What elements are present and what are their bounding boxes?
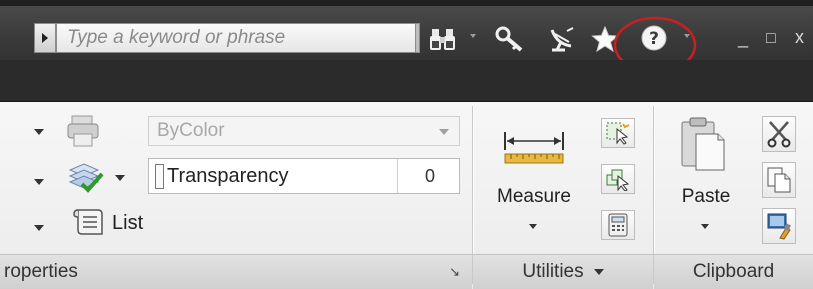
communication-center-button[interactable] bbox=[548, 26, 578, 52]
title-bar: Type a keyword or phrase ? _ □ x bbox=[0, 0, 813, 74]
transparency-slider-handle[interactable] bbox=[155, 164, 164, 189]
search-input-edge bbox=[416, 23, 420, 53]
transparency-divider bbox=[397, 159, 398, 193]
select-similar-icon bbox=[606, 169, 630, 191]
calculator-button[interactable] bbox=[601, 210, 635, 240]
properties-panel: ByColor Transparency 0 List bbox=[0, 102, 472, 254]
color-dropdown-arrow[interactable] bbox=[22, 116, 56, 148]
ribbon: ByColor Transparency 0 List roperties ↘ … bbox=[0, 102, 813, 289]
paste-icon bbox=[681, 117, 725, 171]
subscription-center-button[interactable] bbox=[492, 26, 526, 52]
plot-style-value: ByColor bbox=[157, 120, 225, 141]
linetype-dropdown-arrow[interactable] bbox=[22, 212, 56, 244]
chevron-down-icon bbox=[593, 269, 604, 275]
utilities-panel-label: Utilities bbox=[522, 261, 584, 282]
utilities-panel-title[interactable]: Utilities bbox=[473, 254, 653, 289]
measure-icon bbox=[504, 132, 564, 164]
quick-select-icon bbox=[606, 122, 630, 145]
key-icon bbox=[495, 26, 523, 52]
clipboard-panel: Paste bbox=[654, 102, 813, 254]
copy-button[interactable] bbox=[762, 162, 796, 198]
chevron-down-icon bbox=[439, 129, 449, 135]
paste-button[interactable]: Paste bbox=[662, 186, 750, 208]
minimize-button[interactable]: _ bbox=[738, 28, 748, 49]
layer-dropdown-arrow[interactable] bbox=[106, 162, 134, 194]
play-arrow-icon bbox=[42, 33, 48, 43]
measure-button[interactable]: Measure bbox=[489, 186, 579, 208]
search-binoculars-button[interactable] bbox=[428, 26, 458, 52]
close-button[interactable]: x bbox=[795, 27, 804, 48]
properties-panel-label: roperties bbox=[4, 261, 78, 282]
cut-button[interactable] bbox=[762, 116, 796, 152]
dialog-launcher-icon[interactable]: ↘ bbox=[449, 264, 460, 280]
list-icon bbox=[73, 209, 103, 235]
transparency-field[interactable]: Transparency 0 bbox=[148, 158, 460, 194]
paintbrush-icon bbox=[767, 213, 791, 240]
clipboard-panel-label: Clipboard bbox=[692, 261, 775, 282]
measure-dropdown-arrow[interactable] bbox=[529, 216, 537, 234]
select-similar-button[interactable] bbox=[601, 164, 635, 194]
match-properties-button[interactable] bbox=[762, 208, 796, 244]
calculator-icon bbox=[608, 213, 628, 237]
copy-icon bbox=[767, 167, 791, 193]
clipboard-panel-title: Clipboard bbox=[654, 254, 813, 289]
utilities-panel: Measure bbox=[473, 102, 653, 254]
search-expand-button[interactable] bbox=[34, 23, 56, 53]
transparency-label: Transparency bbox=[167, 164, 289, 187]
search-options-arrow[interactable] bbox=[470, 34, 476, 38]
layer-check-icon bbox=[68, 163, 104, 193]
binoculars-icon bbox=[430, 29, 455, 50]
satellite-dish-icon bbox=[550, 27, 574, 52]
ribbon-tab-strip bbox=[0, 60, 813, 102]
plot-style-select[interactable]: ByColor bbox=[148, 116, 460, 146]
list-button[interactable]: List bbox=[112, 212, 143, 235]
properties-panel-title[interactable]: roperties ↘ bbox=[0, 254, 472, 289]
transparency-value: 0 bbox=[424, 165, 435, 186]
scissors-icon bbox=[767, 121, 791, 148]
restore-button[interactable]: □ bbox=[766, 30, 776, 48]
lineweight-dropdown-arrow[interactable] bbox=[22, 166, 56, 198]
plot-style-icon bbox=[67, 115, 99, 147]
quick-select-button[interactable] bbox=[601, 118, 635, 148]
search-input[interactable]: Type a keyword or phrase bbox=[56, 23, 416, 53]
paste-dropdown-arrow[interactable] bbox=[701, 216, 709, 234]
